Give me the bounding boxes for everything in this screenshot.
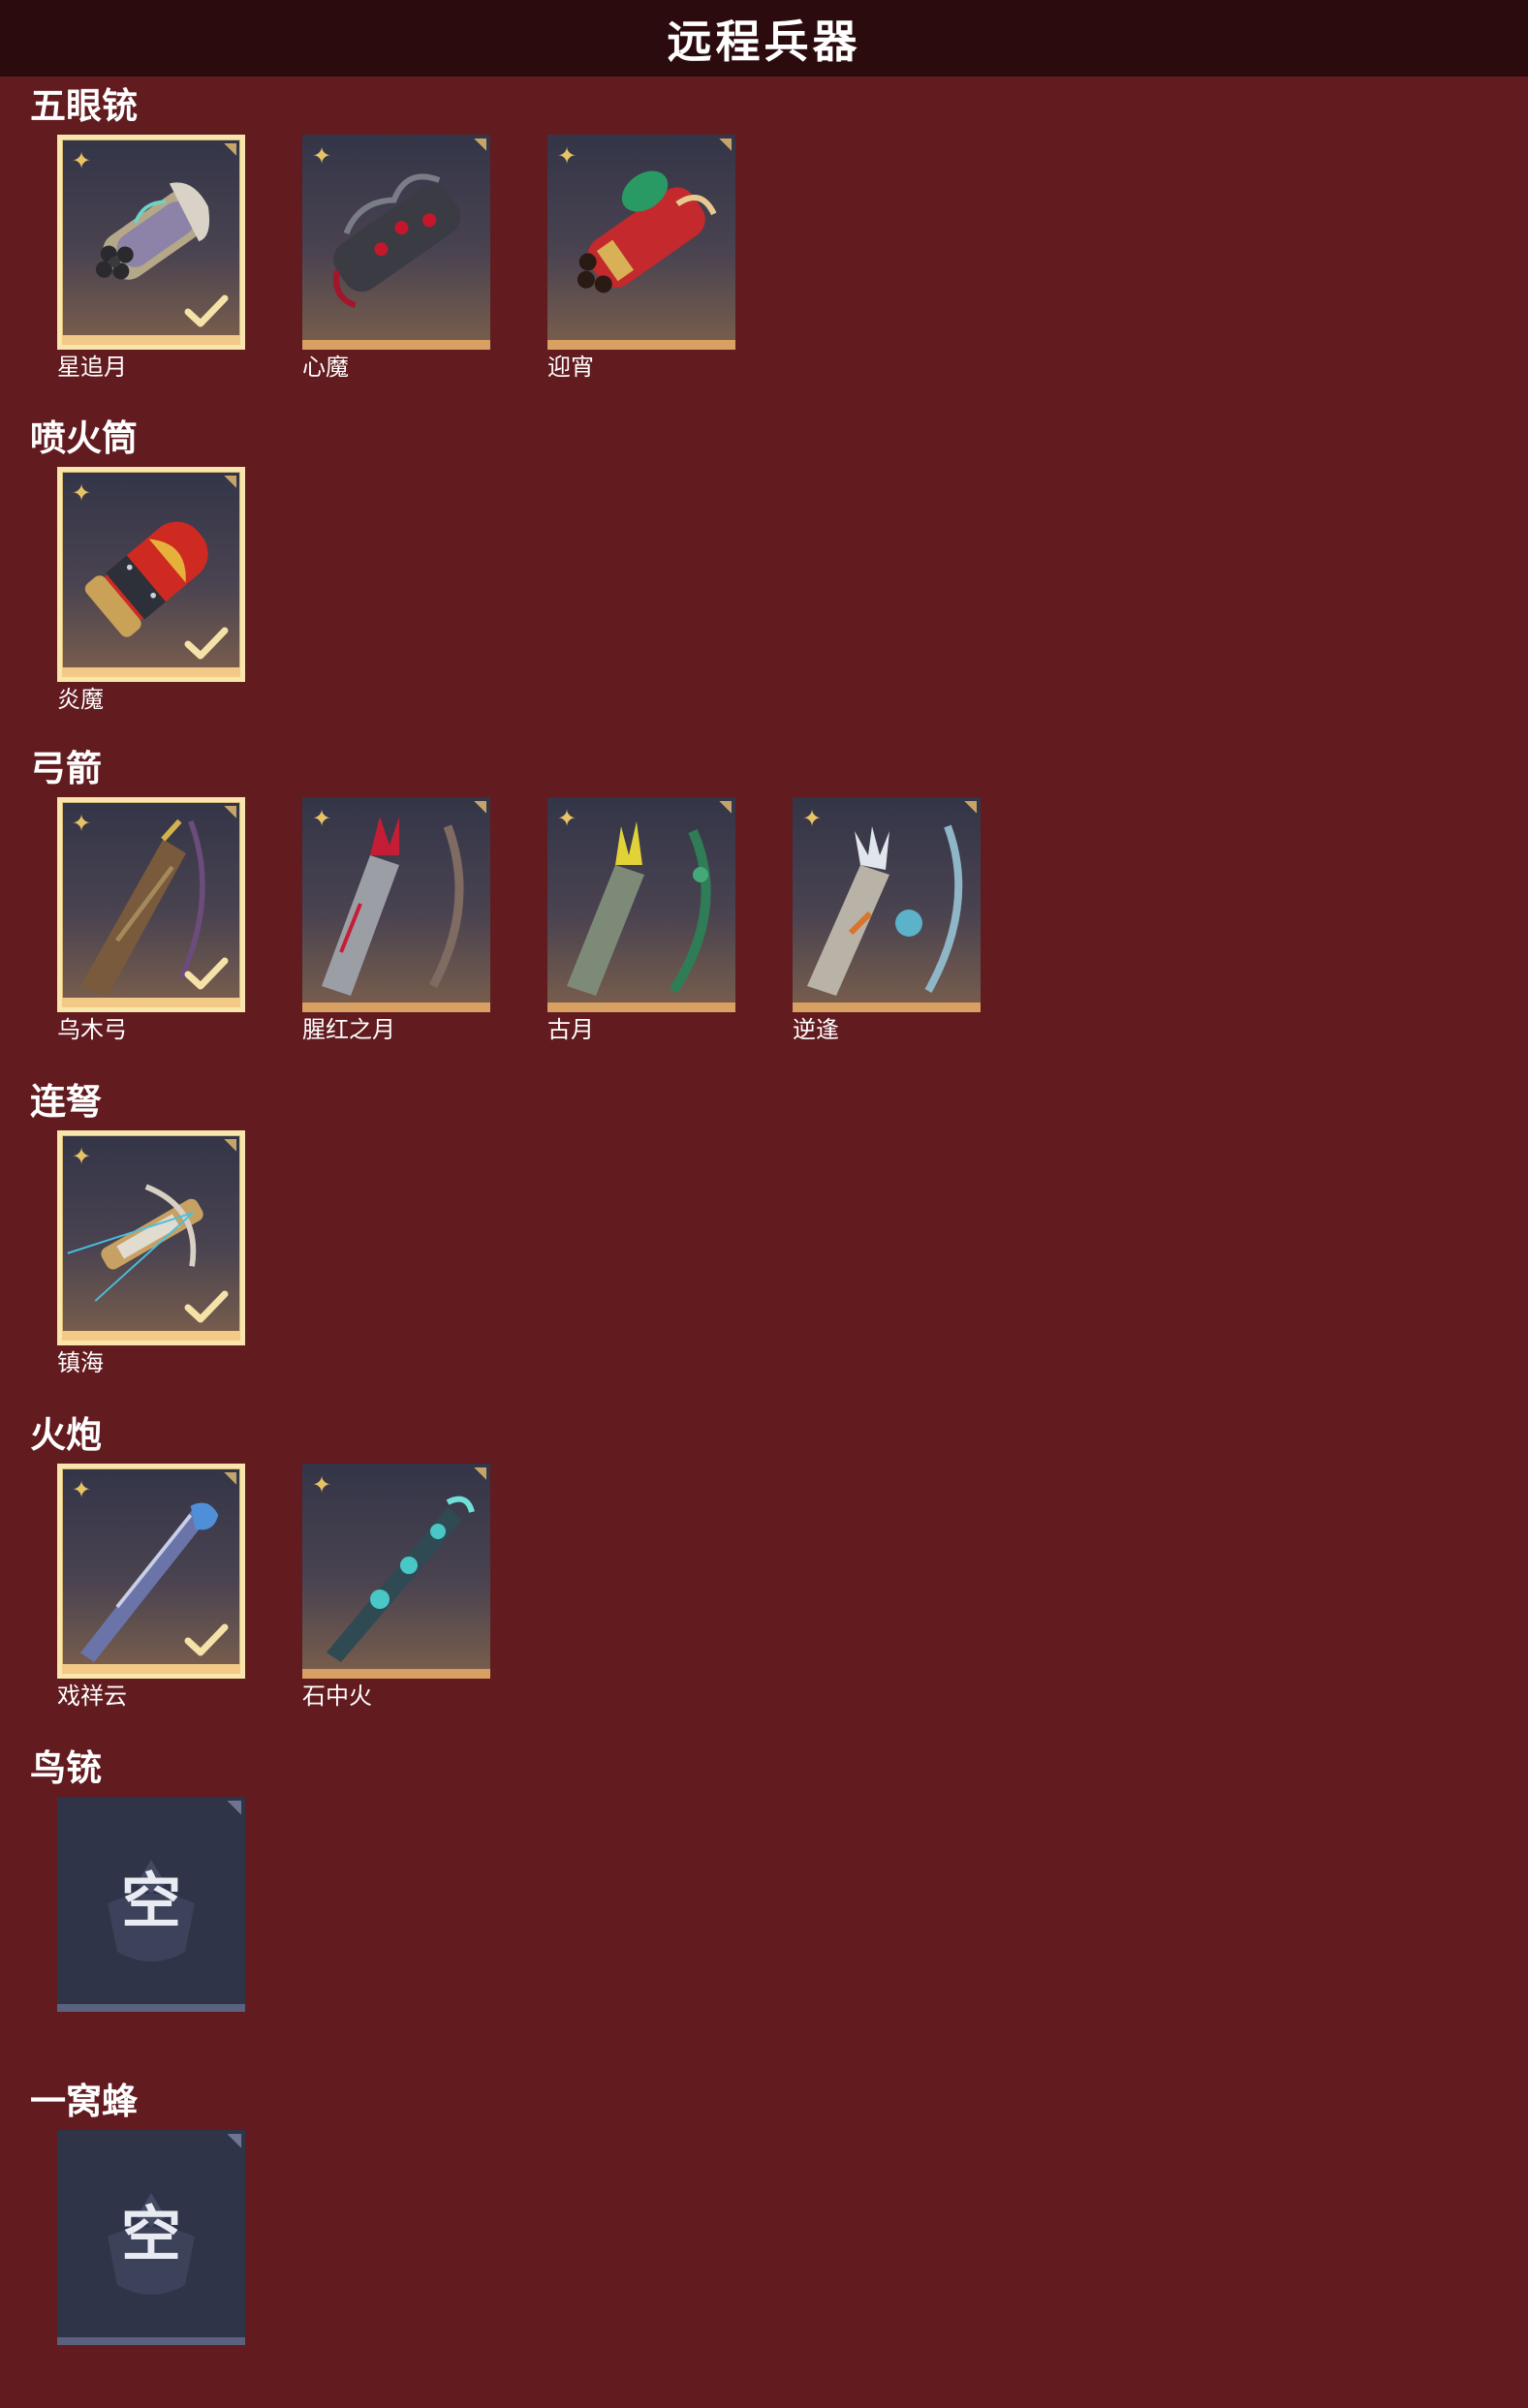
- weapon-card[interactable]: ✦ 逆逢: [793, 797, 981, 1043]
- rarity-bar: [62, 1331, 240, 1341]
- weapon-tile[interactable]: ✦: [302, 1464, 490, 1679]
- weapon-name: 戏祥云: [57, 1683, 127, 1710]
- corner-mark: [226, 2134, 241, 2149]
- section-title: 连弩: [30, 1081, 102, 1123]
- section-title: 弓箭: [30, 748, 102, 789]
- section-flamethrower: 喷火筒 ✦ 炎魔: [0, 417, 1528, 726]
- corner-mark: [223, 806, 236, 819]
- weapon-tile[interactable]: ✦: [57, 1464, 245, 1679]
- rarity-bar: [302, 1669, 490, 1679]
- corner-mark: [718, 139, 732, 152]
- corner-mark: [473, 1467, 486, 1481]
- rarity-star-icon: ✦: [72, 147, 92, 174]
- weapon-name: 逆逢: [793, 1016, 839, 1043]
- corner-mark: [226, 1801, 241, 1816]
- weapon-card[interactable]: ✦ 古月: [547, 797, 735, 1043]
- check-icon: [184, 294, 229, 327]
- weapon-tile[interactable]: ✦: [302, 135, 490, 350]
- check-icon: [184, 1623, 229, 1656]
- weapon-tile[interactable]: ✦: [793, 797, 981, 1012]
- weapon-tile[interactable]: ✦: [302, 797, 490, 1012]
- weapon-card[interactable]: ✦ 乌木弓: [57, 797, 245, 1043]
- weapon-tile[interactable]: ✦: [57, 797, 245, 1012]
- weapon-name: 炎魔: [57, 686, 104, 713]
- weapon-name: 迎宵: [547, 354, 594, 381]
- rarity-star-icon: ✦: [72, 479, 92, 507]
- corner-mark: [473, 139, 486, 152]
- corner-mark: [223, 143, 236, 157]
- rarity-star-icon: ✦: [557, 142, 577, 170]
- corner-mark: [223, 1472, 236, 1486]
- rarity-star-icon: ✦: [72, 810, 92, 837]
- empty-label: 空: [120, 2199, 181, 2269]
- section-title: 鸟铳: [30, 1747, 102, 1789]
- rarity-star-icon: ✦: [312, 142, 332, 170]
- rarity-star-icon: ✦: [802, 805, 823, 832]
- weapon-name: 心魔: [302, 354, 349, 381]
- corner-mark: [963, 801, 977, 815]
- rarity-bar: [547, 340, 735, 350]
- rarity-star-icon: ✦: [312, 1471, 332, 1498]
- weapon-card[interactable]: ✦ 腥红之月: [302, 797, 490, 1043]
- rarity-bar: [62, 1664, 240, 1674]
- empty-tile[interactable]: 空: [57, 1797, 245, 2012]
- weapon-card[interactable]: ✦ 心魔: [302, 135, 490, 381]
- weapon-name: 镇海: [57, 1349, 104, 1376]
- section-five-barrel-gun: 五眼铳 ✦ 星追月 ✦ 心魔 ✦ 迎宵: [0, 84, 1528, 394]
- empty-tile[interactable]: 空: [57, 2130, 245, 2345]
- weapon-card[interactable]: ✦ 戏祥云: [57, 1464, 245, 1710]
- check-icon: [184, 627, 229, 660]
- rarity-bar: [302, 340, 490, 350]
- rarity-bar: [793, 1003, 981, 1012]
- section-title: 五眼铳: [30, 85, 138, 127]
- rarity-bar: [62, 998, 240, 1007]
- weapon-tile[interactable]: ✦: [547, 135, 735, 350]
- corner-mark: [223, 1139, 236, 1153]
- rarity-star-icon: ✦: [557, 805, 577, 832]
- corner-mark: [718, 801, 732, 815]
- header-bar: 远程兵器: [0, 0, 1528, 77]
- rarity-star-icon: ✦: [312, 805, 332, 832]
- rarity-bar: [302, 1003, 490, 1012]
- weapon-name: 星追月: [57, 354, 127, 381]
- section-title: 一窝蜂: [30, 2081, 138, 2122]
- weapon-card[interactable]: ✦ 星追月: [57, 135, 245, 381]
- weapon-card[interactable]: ✦ 炎魔: [57, 467, 245, 713]
- weapon-tile[interactable]: ✦: [57, 135, 245, 350]
- section-repeating-crossbow: 连弩 ✦ 镇海: [0, 1080, 1528, 1390]
- section-musket: 鸟铳 空: [0, 1746, 1528, 2056]
- weapon-card[interactable]: ✦ 石中火: [302, 1464, 490, 1710]
- weapon-name: 腥红之月: [302, 1016, 395, 1043]
- section-title: 喷火筒: [30, 417, 138, 459]
- empty-slot[interactable]: 空: [57, 2130, 245, 2364]
- corner-mark: [223, 476, 236, 489]
- corner-mark: [473, 801, 486, 815]
- weapon-name: 石中火: [302, 1683, 372, 1710]
- section-cannon: 火炮 ✦ 戏祥云 ✦ 石中火: [0, 1413, 1528, 1723]
- rarity-star-icon: ✦: [72, 1476, 92, 1503]
- weapon-tile[interactable]: ✦: [547, 797, 735, 1012]
- weapon-name: 乌木弓: [57, 1016, 127, 1043]
- empty-label: 空: [120, 1866, 181, 1936]
- rarity-bar: [62, 667, 240, 677]
- section-bow: 弓箭 ✦ 乌木弓 ✦ 腥红之月 ✦ 古月 ✦ 逆逢: [0, 747, 1528, 1057]
- check-icon: [184, 957, 229, 990]
- section-title: 火炮: [30, 1414, 102, 1456]
- check-icon: [184, 1290, 229, 1323]
- empty-slot[interactable]: 空: [57, 1797, 245, 2031]
- weapon-tile[interactable]: ✦: [57, 467, 245, 682]
- weapon-tile[interactable]: ✦: [57, 1130, 245, 1345]
- weapon-card[interactable]: ✦ 迎宵: [547, 135, 735, 381]
- section-rocket-box: 一窝蜂 空: [0, 2080, 1528, 2390]
- page-title: 远程兵器: [667, 15, 861, 68]
- rarity-bar: [62, 335, 240, 345]
- weapon-card[interactable]: ✦ 镇海: [57, 1130, 245, 1376]
- rarity-star-icon: ✦: [72, 1143, 92, 1170]
- weapon-name: 古月: [547, 1016, 594, 1043]
- rarity-bar: [547, 1003, 735, 1012]
